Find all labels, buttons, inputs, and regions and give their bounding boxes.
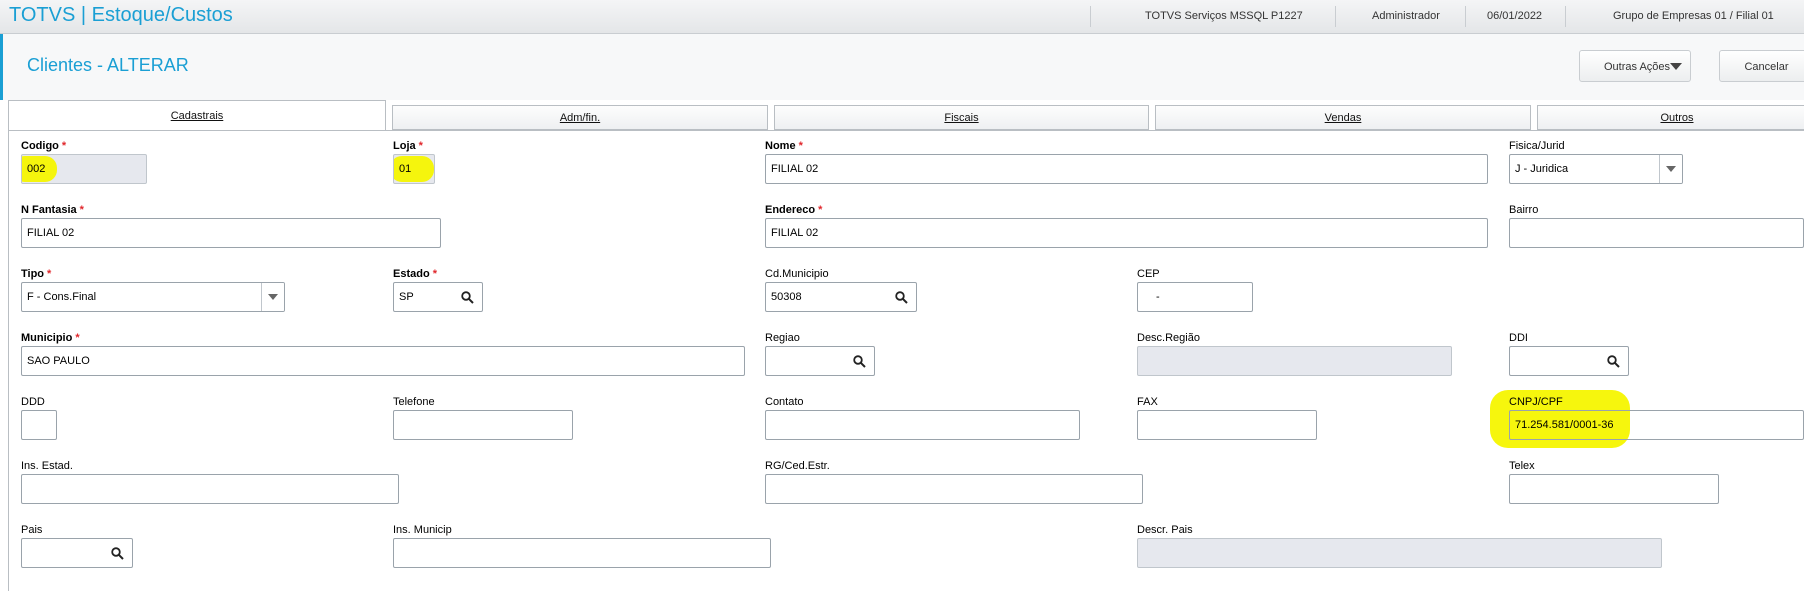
bairro-field[interactable] bbox=[1509, 218, 1804, 248]
tab-cadastrais[interactable]: Cadastrais bbox=[8, 100, 386, 131]
page-header bbox=[0, 34, 1804, 100]
search-icon[interactable] bbox=[111, 547, 124, 560]
fax-field[interactable] bbox=[1137, 410, 1317, 440]
estado-label: Estado * bbox=[393, 268, 437, 280]
descr-pais-label: Descr. Pais bbox=[1137, 524, 1193, 536]
pais-label: Pais bbox=[21, 524, 43, 536]
cancel-button[interactable]: Cancelar bbox=[1719, 50, 1804, 82]
ddd-field[interactable] bbox=[21, 410, 57, 440]
rg-ced-estr-label: RG/Ced.Estr. bbox=[765, 460, 830, 472]
loja-label: Loja * bbox=[393, 140, 423, 152]
company-label: Grupo de Empresas 01 / Filial 01 bbox=[1613, 10, 1774, 22]
tipo-label: Tipo * bbox=[21, 268, 52, 280]
other-actions-label: Outras Ações bbox=[1604, 61, 1671, 73]
desc-regiao-field[interactable] bbox=[1137, 346, 1452, 376]
regiao-field[interactable] bbox=[765, 346, 875, 376]
telex-field[interactable] bbox=[1509, 474, 1719, 504]
bairro-label: Bairro bbox=[1509, 204, 1539, 216]
chevron-down-icon bbox=[1670, 63, 1682, 70]
divider bbox=[1465, 6, 1466, 27]
municipio-label: Municipio * bbox=[21, 332, 80, 344]
contato-field[interactable] bbox=[765, 410, 1080, 440]
environment-label: TOTVS Serviços MSSQL P1227 bbox=[1145, 10, 1303, 22]
divider bbox=[1565, 6, 1566, 27]
cancel-label: Cancelar bbox=[1744, 61, 1789, 73]
fax-label: FAX bbox=[1137, 396, 1158, 408]
endereco-label: Endereco * bbox=[765, 204, 823, 216]
telex-label: Telex bbox=[1509, 460, 1535, 472]
pais-field[interactable] bbox=[21, 538, 133, 568]
divider bbox=[1335, 6, 1336, 27]
loja-field[interactable]: 01 bbox=[393, 154, 435, 184]
n-fantasia-label: N Fantasia * bbox=[21, 204, 84, 216]
cnpj-cpf-label: CNPJ/CPF bbox=[1509, 396, 1563, 408]
nome-label: Nome * bbox=[765, 140, 803, 152]
tab-vendas[interactable]: Vendas bbox=[1155, 105, 1531, 130]
regiao-label: Regiao bbox=[765, 332, 800, 344]
tab-outros[interactable]: Outros bbox=[1537, 105, 1804, 130]
nome-field[interactable]: FILIAL 02 bbox=[765, 154, 1488, 184]
desc-regiao-label: Desc.Região bbox=[1137, 332, 1200, 344]
ddi-field[interactable] bbox=[1509, 346, 1629, 376]
codigo-field[interactable]: 002 bbox=[21, 154, 147, 184]
endereco-field[interactable]: FILIAL 02 bbox=[765, 218, 1488, 248]
cd-municipio-label: Cd.Municipio bbox=[765, 268, 829, 280]
ins-estad-label: Ins. Estad. bbox=[21, 460, 73, 472]
date-label: 06/01/2022 bbox=[1487, 10, 1543, 22]
search-icon[interactable] bbox=[461, 291, 474, 304]
ins-municip-field[interactable] bbox=[393, 538, 771, 568]
other-actions-button[interactable]: Outras Ações bbox=[1579, 50, 1691, 82]
codigo-label: Codigo * bbox=[21, 140, 67, 152]
chevron-down-icon[interactable] bbox=[1659, 155, 1682, 183]
divider bbox=[1090, 6, 1091, 27]
cep-field[interactable]: - bbox=[1137, 282, 1253, 312]
search-icon[interactable] bbox=[895, 291, 908, 304]
ins-estad-field[interactable] bbox=[21, 474, 399, 504]
search-icon[interactable] bbox=[853, 355, 866, 368]
fisica-jurid-label: Fisica/Jurid bbox=[1509, 140, 1565, 152]
user-label: Administrador bbox=[1372, 10, 1440, 22]
contato-label: Contato bbox=[765, 396, 804, 408]
fisica-jurid-select[interactable]: J - Juridica bbox=[1509, 154, 1683, 184]
tab-fiscais[interactable]: Fiscais bbox=[774, 105, 1149, 130]
cnpj-cpf-field[interactable]: 71.254.581/0001-36 bbox=[1509, 410, 1804, 440]
estado-field[interactable]: SP bbox=[393, 282, 483, 312]
top-bar: TOTVS | Estoque/Custos TOTVS Serviços MS… bbox=[0, 0, 1804, 34]
rg-ced-estr-field[interactable] bbox=[765, 474, 1143, 504]
cep-label: CEP bbox=[1137, 268, 1160, 280]
municipio-field[interactable]: SAO PAULO bbox=[21, 346, 745, 376]
telefone-field[interactable] bbox=[393, 410, 573, 440]
ddi-label: DDI bbox=[1509, 332, 1528, 344]
descr-pais-field[interactable] bbox=[1137, 538, 1662, 568]
n-fantasia-field[interactable]: FILIAL 02 bbox=[21, 218, 441, 248]
tab-adm-fin[interactable]: Adm/fin. bbox=[392, 105, 768, 130]
tipo-select[interactable]: F - Cons.Final bbox=[21, 282, 285, 312]
app-title: TOTVS | Estoque/Custos bbox=[9, 4, 233, 26]
chevron-down-icon[interactable] bbox=[261, 283, 284, 311]
ins-municip-label: Ins. Municip bbox=[393, 524, 452, 536]
cd-municipio-field[interactable]: 50308 bbox=[765, 282, 917, 312]
page-title: Clientes - ALTERAR bbox=[27, 55, 189, 75]
ddd-label: DDD bbox=[21, 396, 45, 408]
telefone-label: Telefone bbox=[393, 396, 435, 408]
search-icon[interactable] bbox=[1607, 355, 1620, 368]
